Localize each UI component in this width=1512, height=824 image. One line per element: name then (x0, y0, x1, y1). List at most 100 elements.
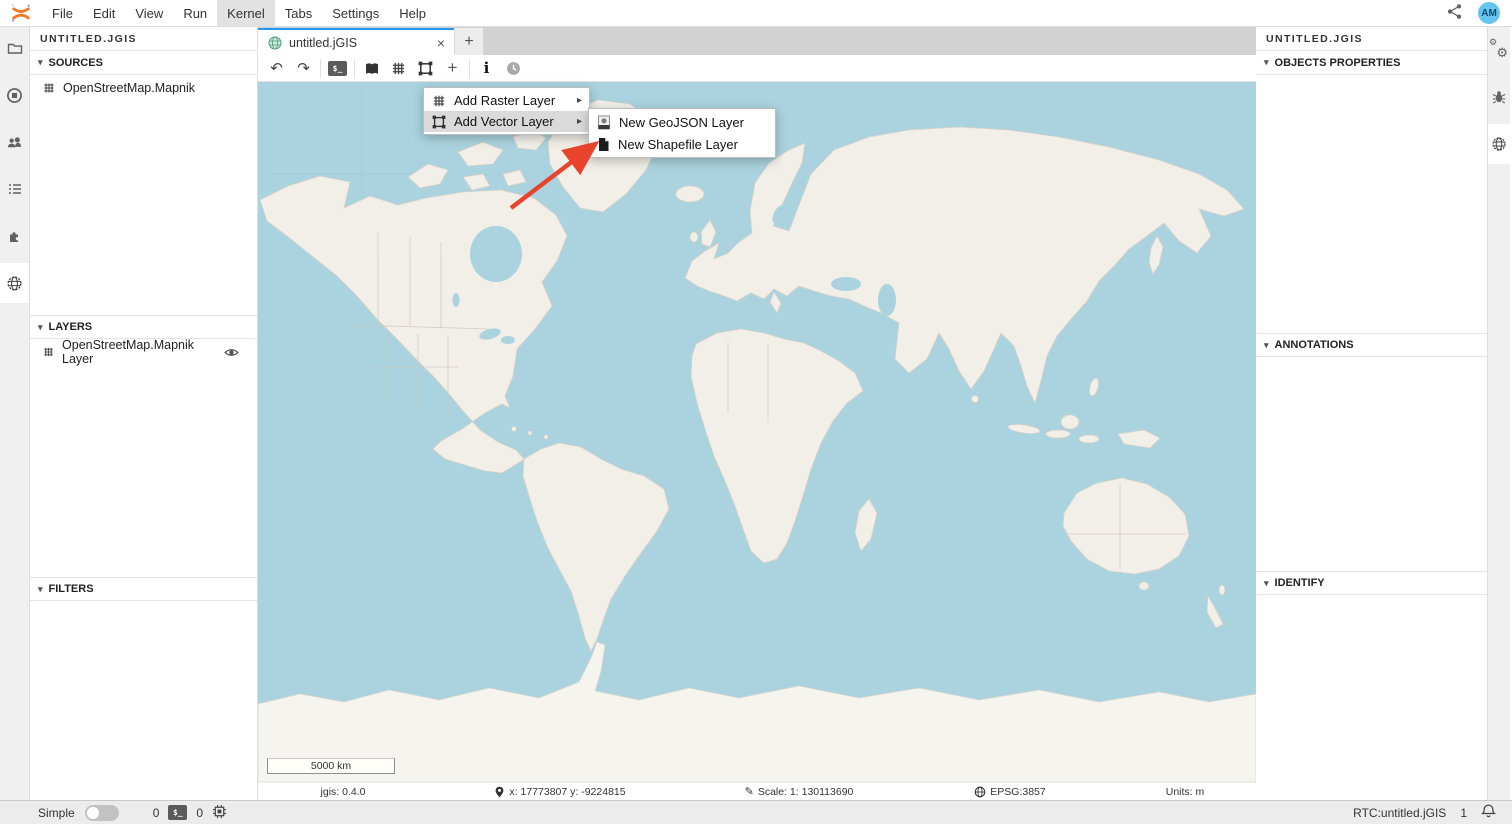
app-status-bar: Simple 0 $_ 0 RTC:untitled.jGIS 1 (0, 800, 1512, 824)
filters-section-header[interactable]: ▾ FILTERS (30, 577, 257, 601)
map-status-bar: jgis: 0.4.0 x: 17773807 y: -9224815 ✎ Sc… (258, 782, 1256, 800)
layer-item[interactable]: OpenStreetMap.Mapnik Layer (30, 339, 257, 365)
add-vector-layer-submenu: New GeoJSON Layer New Shapefile Layer (588, 108, 776, 158)
menu-item-add-raster-layer[interactable]: Add Raster Layer ▸ (424, 90, 589, 111)
right-panel-title: UNTITLED.JGIS (1256, 27, 1487, 51)
menu-kernel[interactable]: Kernel (217, 0, 275, 26)
identify-body (1256, 595, 1487, 800)
left-panel-title: UNTITLED.JGIS (30, 27, 257, 51)
tab-bar: untitled.jGIS × + (258, 27, 1256, 55)
file-browser-icon[interactable] (0, 28, 29, 68)
submenu-arrow-icon: ▸ (577, 116, 582, 127)
undo-button[interactable]: ↶ (263, 56, 290, 81)
running-kernels-icon[interactable] (0, 75, 29, 115)
terminal-icon[interactable]: $_ (168, 805, 187, 820)
raster-grid-icon (42, 345, 55, 359)
new-tab-button[interactable]: + (454, 28, 483, 55)
menu-run[interactable]: Run (173, 0, 217, 26)
menu-settings[interactable]: Settings (322, 0, 389, 26)
filters-label: FILTERS (49, 583, 94, 595)
console-icon: $_ (328, 61, 347, 76)
layers-list: OpenStreetMap.Mapnik Layer (30, 339, 257, 577)
table-of-contents-icon[interactable] (0, 169, 29, 209)
vector-polygon-icon (432, 115, 446, 129)
objects-properties-label: OBJECTS PROPERTIES (1275, 57, 1401, 69)
menu-tabs[interactable]: Tabs (275, 0, 322, 26)
temporal-controller-button[interactable] (500, 56, 527, 81)
tab-untitled-jgis[interactable]: untitled.jGIS × (258, 28, 454, 55)
main-menu: File Edit View Run Kernel Tabs Settings … (42, 0, 436, 26)
sources-label: SOURCES (49, 57, 103, 69)
map-projection[interactable]: EPSG:3857 (906, 783, 1114, 800)
console-button[interactable]: $_ (324, 56, 351, 81)
pencil-icon: ✎ (745, 785, 754, 798)
raster-grid-icon (42, 81, 56, 95)
new-vector-layer-button[interactable] (412, 56, 439, 81)
kernel-chip-icon[interactable] (212, 804, 227, 822)
raster-grid-icon (391, 61, 406, 76)
interface-mode-label: Simple (38, 806, 75, 820)
rtc-session-label[interactable]: RTC:untitled.jGIS (1353, 806, 1446, 820)
add-layer-button[interactable]: + (439, 56, 466, 81)
raster-grid-icon (432, 94, 446, 108)
map-scale-bar: 5000 km (267, 758, 395, 774)
redo-button[interactable]: ↷ (290, 56, 317, 81)
submenu-arrow-icon: ▸ (577, 95, 582, 106)
jgis-globe-icon (268, 36, 282, 50)
sources-list: OpenStreetMap.Mapnik (30, 75, 257, 315)
menu-item-new-shapefile-layer[interactable]: New Shapefile Layer (589, 133, 775, 155)
vector-polygon-icon (418, 61, 433, 76)
basemap-gallery-button[interactable] (358, 56, 385, 81)
property-inspector-gears-icon[interactable]: ⚙⚙ (1488, 30, 1510, 70)
annotations-label: ANNOTATIONS (1275, 339, 1354, 351)
extensions-puzzle-icon[interactable] (0, 216, 29, 256)
menu-help[interactable]: Help (389, 0, 436, 26)
annotations-section-header[interactable]: ▾ ANNOTATIONS (1256, 333, 1487, 357)
toolbar-separator (354, 59, 355, 78)
world-map (258, 82, 1256, 782)
simple-mode-toggle[interactable] (85, 805, 119, 821)
identify-section-header[interactable]: ▾ IDENTIFY (1256, 571, 1487, 595)
map-scale: ✎ Scale: 1: 130113690 (692, 783, 906, 800)
debugger-bug-icon[interactable] (1488, 77, 1510, 117)
sources-section-header[interactable]: ▾ SOURCES (30, 51, 257, 75)
map-units: Units: m (1114, 783, 1256, 800)
caret-down-icon: ▾ (1264, 578, 1269, 589)
right-sidebar-panel: UNTITLED.JGIS ▾ OBJECTS PROPERTIES ▾ ANN… (1256, 27, 1487, 800)
objects-properties-section-header[interactable]: ▾ OBJECTS PROPERTIES (1256, 51, 1487, 75)
jgis-panel-icon[interactable] (1488, 124, 1510, 164)
book-icon (364, 61, 380, 76)
new-raster-layer-button[interactable] (385, 56, 412, 81)
collaboration-users-icon[interactable] (0, 122, 29, 162)
annotations-body (1256, 357, 1487, 571)
layers-label: LAYERS (49, 321, 93, 333)
clock-icon (506, 61, 521, 76)
layers-section-header[interactable]: ▾ LAYERS (30, 315, 257, 339)
menu-item-new-geojson-layer[interactable]: New GeoJSON Layer (589, 111, 775, 133)
filters-body (30, 601, 257, 800)
geojson-file-icon (597, 115, 611, 130)
jgis-panel-icon[interactable] (0, 263, 29, 303)
tab-close-icon[interactable]: × (437, 36, 445, 50)
globe-icon (974, 786, 986, 798)
add-layer-menu: Add Raster Layer ▸ Add Vector Layer ▸ (423, 87, 590, 135)
layer-visibility-eye-icon[interactable] (224, 345, 239, 360)
map-canvas[interactable]: 5000 km (258, 82, 1256, 782)
menu-view[interactable]: View (125, 0, 173, 26)
source-item[interactable]: OpenStreetMap.Mapnik (30, 75, 257, 101)
notification-bell-icon[interactable] (1481, 803, 1496, 822)
map-toolbar: ↶ ↷ $_ (258, 55, 1256, 82)
layer-item-label: OpenStreetMap.Mapnik Layer (62, 338, 217, 366)
identify-info-button[interactable]: i (473, 56, 500, 81)
source-item-label: OpenStreetMap.Mapnik (63, 81, 195, 95)
left-activity-bar (0, 27, 30, 800)
caret-down-icon: ▾ (38, 584, 43, 595)
menu-file[interactable]: File (42, 0, 83, 26)
menu-item-add-vector-layer[interactable]: Add Vector Layer ▸ (424, 111, 589, 132)
share-icon[interactable] (1446, 3, 1463, 23)
user-avatar[interactable]: AM (1478, 2, 1500, 24)
caret-down-icon: ▾ (38, 57, 43, 68)
menu-edit[interactable]: Edit (83, 0, 125, 26)
location-pin-icon (494, 786, 505, 798)
objects-properties-body (1256, 75, 1487, 333)
